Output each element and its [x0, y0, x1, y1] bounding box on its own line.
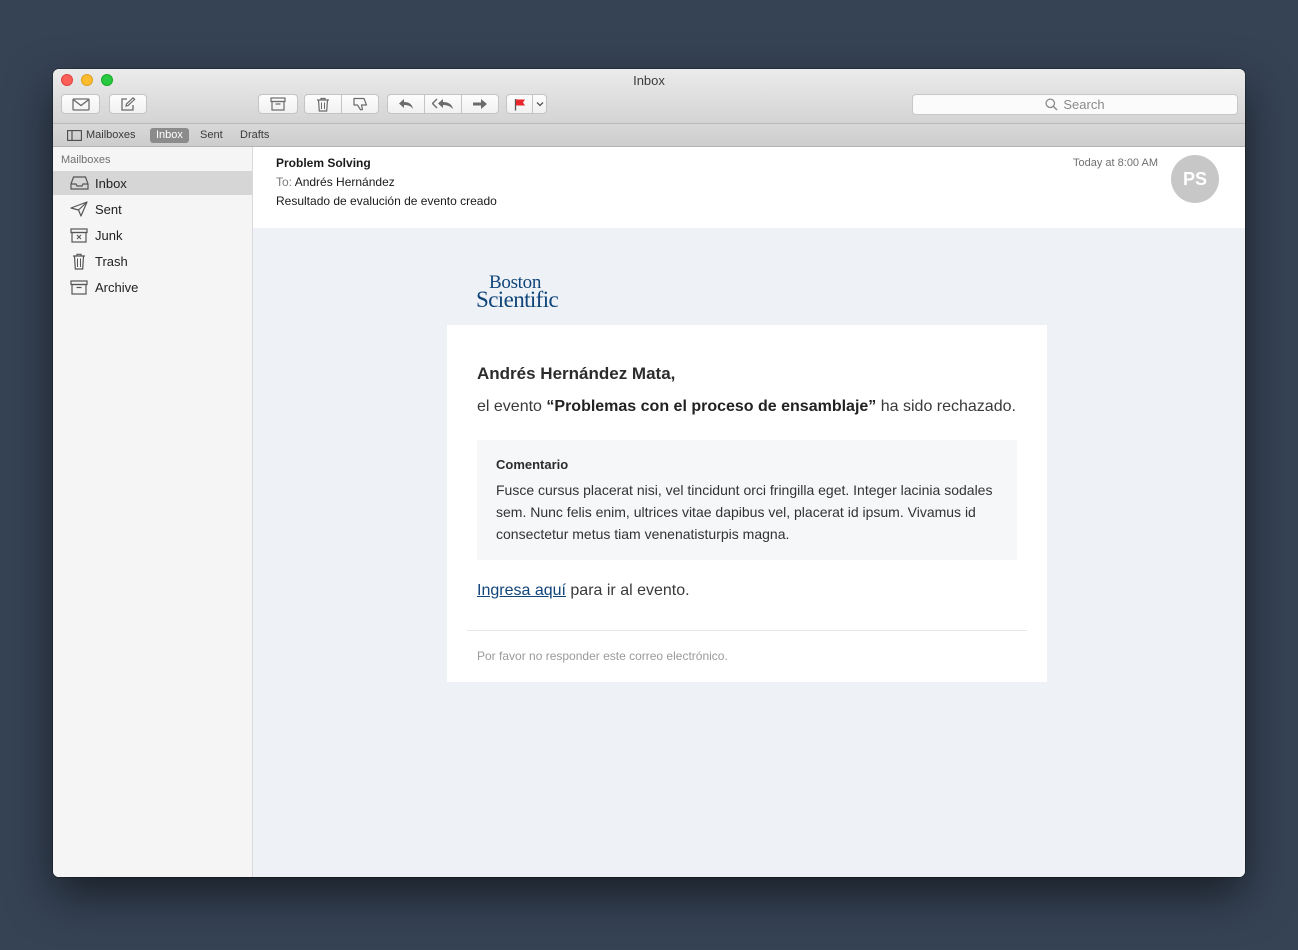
email-greeting: Andrés Hernández Mata,	[477, 364, 676, 383]
search-field[interactable]: Search	[912, 94, 1238, 115]
favorite-drafts[interactable]: Drafts	[240, 128, 269, 143]
mail-window: Inbox Search Mailboxes Inbox Sent Drafts…	[53, 69, 1245, 877]
message-date: Today at 8:00 AM	[1073, 157, 1158, 169]
sidebar-item-label: Sent	[95, 201, 122, 217]
sidebar-item-sent[interactable]: Sent	[53, 197, 252, 221]
trash-icon	[317, 97, 329, 112]
envelope-icon	[71, 97, 90, 111]
comment-box: Comentario Fusce cursus placerat nisi, v…	[477, 440, 1017, 560]
flag-button[interactable]	[506, 94, 533, 114]
sidebar-item-junk[interactable]: Junk	[53, 223, 252, 247]
trash-icon	[69, 252, 89, 270]
email-footer-note: Por favor no responder este correo elect…	[477, 649, 728, 663]
recipient-name: Andrés Hernández	[294, 175, 395, 189]
mailboxes-toggle[interactable]: Mailboxes	[67, 128, 136, 143]
paper-plane-icon	[69, 200, 89, 218]
message-subject: Resultado de evalución de evento creado	[276, 194, 497, 208]
event-link[interactable]: Ingresa aquí	[477, 582, 566, 599]
sender-avatar: PS	[1171, 155, 1219, 203]
title-bar: Inbox Search	[53, 69, 1245, 124]
mailbox-sidebar: Mailboxes Inbox Sent Junk Trash Archive	[53, 147, 253, 877]
flag-icon	[514, 98, 525, 110]
archive-button[interactable]	[258, 94, 298, 114]
event-link-line: Ingresa aquí para ir al evento.	[477, 582, 690, 600]
window-title: Inbox	[633, 73, 665, 88]
link-suffix: para ir al evento.	[565, 582, 690, 599]
comment-title: Comentario	[496, 457, 569, 472]
archive-icon	[69, 278, 89, 296]
event-name: “Problemas con el proceso de ensamblaje”	[546, 398, 877, 415]
reply-icon	[399, 99, 413, 109]
recipient-line: To: Andrés Hernández	[276, 175, 395, 189]
junk-icon	[69, 226, 89, 244]
chevron-down-icon	[536, 102, 543, 107]
boston-scientific-logo: Boston Scientific	[476, 273, 559, 312]
reply-button[interactable]	[387, 94, 425, 114]
get-mail-button[interactable]	[61, 94, 100, 114]
sidebar-item-label: Trash	[95, 253, 128, 269]
reply-all-button[interactable]	[424, 94, 462, 114]
favorites-bar: Mailboxes Inbox Sent Drafts	[53, 124, 1245, 147]
favorite-inbox[interactable]: Inbox	[150, 128, 189, 143]
sidebar-item-label: Junk	[95, 227, 123, 243]
compose-icon	[121, 96, 136, 111]
status-suffix: ha sido rechazado.	[876, 398, 1016, 415]
event-status-line: el evento “Problemas con el proceso de e…	[477, 398, 1016, 416]
mailboxes-label: Mailboxes	[86, 129, 136, 141]
junk-button[interactable]	[341, 94, 379, 114]
reply-all-icon	[432, 98, 453, 109]
sidebar-item-label: Inbox	[95, 175, 127, 191]
sidebar-header: Mailboxes	[61, 154, 111, 166]
search-placeholder: Search	[1063, 97, 1105, 112]
status-prefix: el evento	[477, 398, 547, 415]
sidebar-item-label: Archive	[95, 279, 139, 295]
forward-arrow-icon	[473, 99, 487, 109]
sidebar-item-inbox[interactable]: Inbox	[53, 171, 252, 195]
compose-button[interactable]	[109, 94, 147, 114]
to-label: To:	[276, 175, 293, 189]
sidebar-item-archive[interactable]: Archive	[53, 275, 252, 299]
thumbs-down-icon	[352, 97, 367, 111]
search-icon	[1045, 98, 1058, 111]
flag-menu-button[interactable]	[532, 94, 547, 114]
inbox-icon	[69, 174, 89, 192]
sidebar-icon	[67, 130, 82, 141]
email-card: Andrés Hernández Mata, el evento “Proble…	[447, 325, 1047, 682]
logo-line-2: Scientific	[476, 287, 559, 312]
sender-name: Problem Solving	[276, 156, 371, 170]
sidebar-item-trash[interactable]: Trash	[53, 249, 252, 273]
message-viewer: Problem Solving To: Andrés Hernández Res…	[253, 147, 1245, 877]
footer-divider	[467, 630, 1027, 631]
archive-icon	[270, 97, 286, 111]
comment-text: Fusce cursus placerat nisi, vel tincidun…	[496, 482, 993, 542]
delete-button[interactable]	[304, 94, 342, 114]
forward-button[interactable]	[461, 94, 499, 114]
favorite-sent[interactable]: Sent	[200, 128, 223, 143]
message-header: Problem Solving To: Andrés Hernández Res…	[253, 147, 1245, 228]
